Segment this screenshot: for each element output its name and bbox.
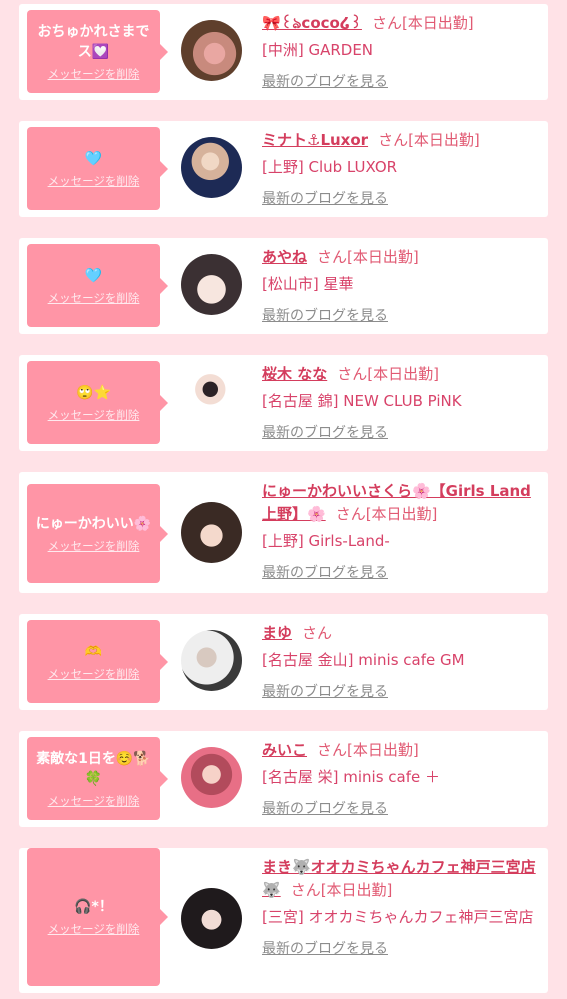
message-text: 🫶	[84, 643, 103, 660]
status-badge: [本日出勤]	[408, 131, 480, 149]
cast-name-link[interactable]: みいこ	[262, 741, 307, 759]
avatar[interactable]	[181, 630, 242, 691]
cast-name-link[interactable]: まゆ	[262, 624, 292, 642]
avatar[interactable]	[181, 502, 242, 563]
latest-blog-link[interactable]: 最新のブログを見る	[262, 799, 542, 819]
latest-blog-link[interactable]: 最新のブログを見る	[262, 423, 542, 443]
avatar[interactable]	[181, 137, 242, 198]
status-badge: [本日出勤]	[347, 741, 419, 759]
honorific: さん	[317, 741, 348, 759]
message-card: 🩵 メッセージを削除 ミナト⚓Luxor さん[本日出勤] [上野] Club L…	[19, 121, 548, 217]
cast-name-link[interactable]: 🎀꒰ঌcoco໒꒱	[262, 14, 362, 32]
avatar[interactable]	[181, 254, 242, 315]
latest-blog-link[interactable]: 最新のブログを見る	[262, 682, 542, 702]
message-bubble: 🩵 メッセージを削除	[27, 244, 168, 327]
status-badge: [本日出勤]	[367, 365, 439, 383]
message-text: 🩵	[84, 267, 103, 284]
message-bubble: 🫶 メッセージを削除	[27, 620, 168, 703]
avatar[interactable]	[181, 371, 242, 432]
message-text: 素敵な1日を☺️🐕🍀	[36, 750, 151, 787]
cast-name-link[interactable]: あやね	[262, 248, 307, 266]
honorific: さん	[337, 365, 368, 383]
shop-name: [中洲] GARDEN	[262, 41, 374, 59]
latest-blog-link[interactable]: 最新のブログを見る	[262, 563, 542, 583]
message-text: 🎧*！	[74, 899, 113, 915]
shop-name: [松山市] 星華	[262, 275, 354, 293]
shop-name: [上野] Girls-Land-	[262, 532, 390, 550]
latest-blog-link[interactable]: 最新のブログを見る	[262, 72, 542, 92]
message-card: 🩵 メッセージを削除 あやね さん[本日出勤] [松山市] 星華 最新のブログを見…	[19, 238, 548, 334]
shop-name: [名古屋 錦] NEW CLUB PiNK	[262, 392, 462, 410]
message-card: 🫶 メッセージを削除 まゆ さん [名古屋 金山] minis cafe GM 最…	[19, 614, 548, 710]
message-bubble: にゅーかわいい🌸 メッセージを削除	[27, 484, 168, 583]
message-bubble: 素敵な1日を☺️🐕🍀 メッセージを削除	[27, 737, 168, 820]
cast-name-link[interactable]: 桜木 なな	[262, 365, 327, 383]
honorific: さん	[335, 505, 366, 523]
honorific: さん	[378, 131, 409, 149]
message-bubble: 🎧*！ メッセージを削除	[27, 848, 168, 986]
honorific: さん	[317, 248, 348, 266]
message-text: にゅーかわいい🌸	[35, 515, 152, 532]
shop-name: [上野] Club LUXOR	[262, 158, 398, 176]
delete-message-link[interactable]: メッセージを削除	[48, 666, 140, 682]
message-bubble: おちゅかれさまでス💟 メッセージを削除	[27, 10, 168, 93]
latest-blog-link[interactable]: 最新のブログを見る	[262, 939, 542, 959]
avatar[interactable]	[181, 888, 242, 949]
status-badge: [本日出勤]	[365, 505, 438, 523]
message-card: にゅーかわいい🌸 メッセージを削除 にゅーかわいいさくら🌸【Girls Land…	[19, 472, 548, 593]
latest-blog-link[interactable]: 最新のブログを見る	[262, 189, 542, 209]
honorific: さん	[371, 14, 402, 32]
latest-blog-link[interactable]: 最新のブログを見る	[262, 306, 542, 326]
delete-message-link[interactable]: メッセージを削除	[48, 407, 140, 423]
honorific: さん	[302, 624, 333, 642]
cast-name-link[interactable]: ミナト⚓Luxor	[262, 131, 368, 149]
message-text: 🩵	[84, 150, 103, 167]
honorific: さん	[290, 881, 321, 899]
message-text: おちゅかれさまでス💟	[37, 23, 150, 60]
shop-name: [三宮] オオカミちゃんカフェ神戸三宮店	[262, 908, 534, 926]
message-card: 素敵な1日を☺️🐕🍀 メッセージを削除 みいこ さん[本日出勤] [名古屋 栄] …	[19, 731, 548, 827]
status-badge: [本日出勤]	[320, 881, 393, 899]
status-badge: [本日出勤]	[401, 14, 474, 32]
message-bubble: 🩵 メッセージを削除	[27, 127, 168, 210]
avatar[interactable]	[181, 20, 242, 81]
avatar[interactable]	[181, 747, 242, 808]
delete-message-link[interactable]: メッセージを削除	[48, 538, 140, 554]
message-card: おちゅかれさまでス💟 メッセージを削除 🎀꒰ঌcoco໒꒱ さん[本日出勤] [中…	[19, 4, 548, 100]
shop-name: [名古屋 金山] minis cafe GM	[262, 651, 465, 669]
delete-message-link[interactable]: メッセージを削除	[48, 66, 140, 82]
delete-message-link[interactable]: メッセージを削除	[48, 793, 140, 809]
delete-message-link[interactable]: メッセージを削除	[48, 290, 140, 306]
message-text: 🙄⭐	[76, 384, 111, 401]
delete-message-link[interactable]: メッセージを削除	[48, 921, 140, 937]
status-badge: [本日出勤]	[347, 248, 419, 266]
message-bubble: 🙄⭐ メッセージを削除	[27, 361, 168, 444]
message-card: 🎧*！ メッセージを削除 まき🐺オオカミちゃんカフェ神戸三宮店🐺 さん[本日出勤]…	[19, 848, 548, 993]
message-card: 🙄⭐ メッセージを削除 桜木 なな さん[本日出勤] [名古屋 錦] NEW CL…	[19, 355, 548, 451]
shop-name: [名古屋 栄] minis cafe ＋	[262, 768, 440, 786]
delete-message-link[interactable]: メッセージを削除	[48, 173, 140, 189]
